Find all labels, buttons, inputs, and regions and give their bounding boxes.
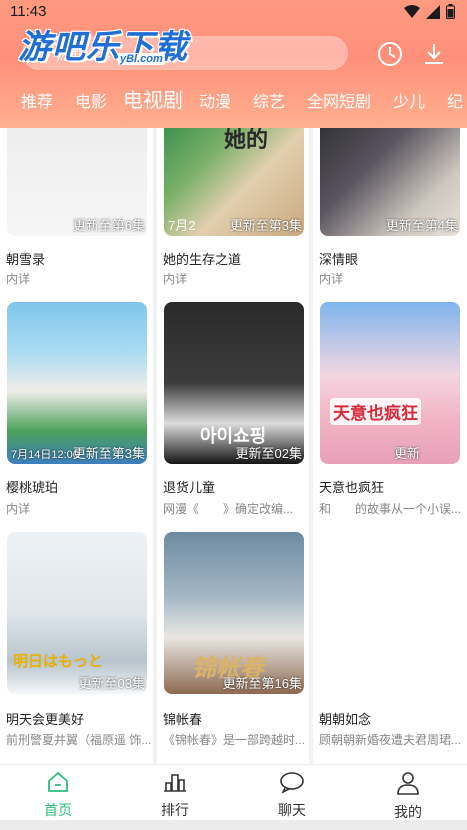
nav-rank[interactable]: 排行 (145, 771, 205, 820)
update-status: 更新至第3集 (229, 218, 302, 233)
column-divider (153, 128, 157, 764)
video-title: 朝朝如念 (319, 712, 372, 727)
poster-title-art: 明日はもっと (13, 653, 104, 670)
update-status: 更新 (393, 446, 420, 461)
video-desc: 顾朝朝新婚夜遭夫君周珺... (319, 733, 462, 747)
video-title: 锦帐春 (163, 712, 203, 727)
signal-icon (426, 4, 440, 19)
tab-anime[interactable]: 动漫 (199, 88, 231, 112)
video-thumbnail: 更新至第6集 (7, 128, 147, 236)
tab-short-drama[interactable]: 全网短剧 (307, 88, 371, 112)
release-date-overlay: 7月14日12:00 (11, 449, 79, 461)
video-thumbnail: 她的 7月2 更新至第3集 (164, 128, 304, 236)
header: 11:43 热剧搜索 游吧乐下载 yBl.com 推荐 电影 电视剧 动漫 综艺… (0, 0, 467, 128)
release-date-overlay: 7月2 (168, 218, 196, 233)
update-status: 更新至03集 (78, 676, 145, 691)
video-thumbnail: 天意也疯狂 更新 (320, 302, 460, 464)
video-thumbnail: 更新至第4集 (320, 128, 460, 236)
wifi-icon (404, 4, 420, 18)
tab-variety[interactable]: 综艺 (253, 88, 285, 112)
history-clock-icon[interactable] (376, 40, 404, 68)
video-desc: 前刑警夏井翼（福原遥 饰... (6, 733, 152, 747)
tab-movie[interactable]: 电影 (75, 88, 107, 112)
video-thumbnail: 锦帐春 更新至第16集 (164, 532, 304, 694)
video-title: 退货儿童 (163, 480, 216, 495)
tab-recommend[interactable]: 推荐 (21, 88, 53, 112)
video-desc: 内详 (6, 502, 31, 516)
status-time: 11:43 (10, 3, 47, 20)
nav-home[interactable]: 首页 (28, 771, 88, 820)
video-title: 明天会更美好 (6, 712, 85, 727)
nav-label: 聊天 (278, 802, 306, 818)
nav-profile[interactable]: 我的 (378, 771, 438, 822)
app-logo: 游吧乐下载 yBl.com (18, 20, 188, 66)
system-gesture-bar (0, 820, 467, 830)
video-title: 朝雪录 (6, 252, 46, 267)
nav-label: 我的 (394, 804, 422, 820)
nav-label: 排行 (161, 802, 189, 818)
update-status: 更新至02集 (235, 446, 302, 461)
nav-label: 首页 (44, 802, 72, 818)
video-title: 她的生存之道 (163, 252, 242, 267)
column-divider (309, 128, 313, 764)
update-status: 更新至第4集 (385, 218, 458, 233)
category-tabs: 推荐 电影 电视剧 动漫 综艺 全网短剧 少儿 纪 (0, 84, 467, 112)
poster-title-art: 天意也疯狂 (330, 398, 421, 425)
video-desc: 和 的故事从一个小误... (319, 502, 462, 516)
user-icon (397, 772, 419, 795)
tab-kids[interactable]: 少儿 (393, 88, 425, 112)
video-desc: 内详 (163, 272, 188, 286)
bottom-navigation: 首页 排行 聊天 我的 (0, 764, 467, 821)
battery-icon (446, 4, 455, 19)
video-title: 深情眼 (319, 252, 359, 267)
download-icon[interactable] (420, 40, 448, 68)
update-status: 更新至第16集 (222, 676, 302, 691)
tab-documentary[interactable]: 纪 (447, 88, 463, 112)
content-grid: 更新至第6集 朝雪录 内详 她的 7月2 更新至第3集 她的生存之道 内详 更新… (0, 128, 467, 764)
home-icon (48, 771, 68, 792)
video-desc: 内详 (6, 272, 31, 286)
video-desc: 《锦帐春》是一部跨越时... (163, 733, 306, 747)
status-icons (404, 4, 455, 19)
video-thumbnail: 明日はもっと 更新至03集 (7, 532, 147, 694)
video-desc: 网漫《 》确定改编... (163, 502, 294, 516)
video-title: 樱桃琥珀 (6, 480, 59, 495)
poster-art-text: 她的 (224, 128, 269, 152)
nav-chat[interactable]: 聊天 (262, 771, 322, 820)
update-status: 更新至第3集 (72, 446, 145, 461)
video-desc: 内详 (319, 272, 344, 286)
chat-icon (280, 772, 304, 794)
video-thumbnail: 아이쇼핑 更新至02集 (164, 302, 304, 464)
video-thumbnail: 7月14日12:00 更新至第3集 (7, 302, 147, 464)
update-status: 更新至第6集 (72, 218, 145, 233)
logo-subtext: yBl.com (118, 53, 165, 65)
tab-tv-series[interactable]: 电视剧 (123, 84, 183, 112)
video-title: 天意也疯狂 (319, 480, 385, 495)
rank-icon (164, 774, 186, 792)
